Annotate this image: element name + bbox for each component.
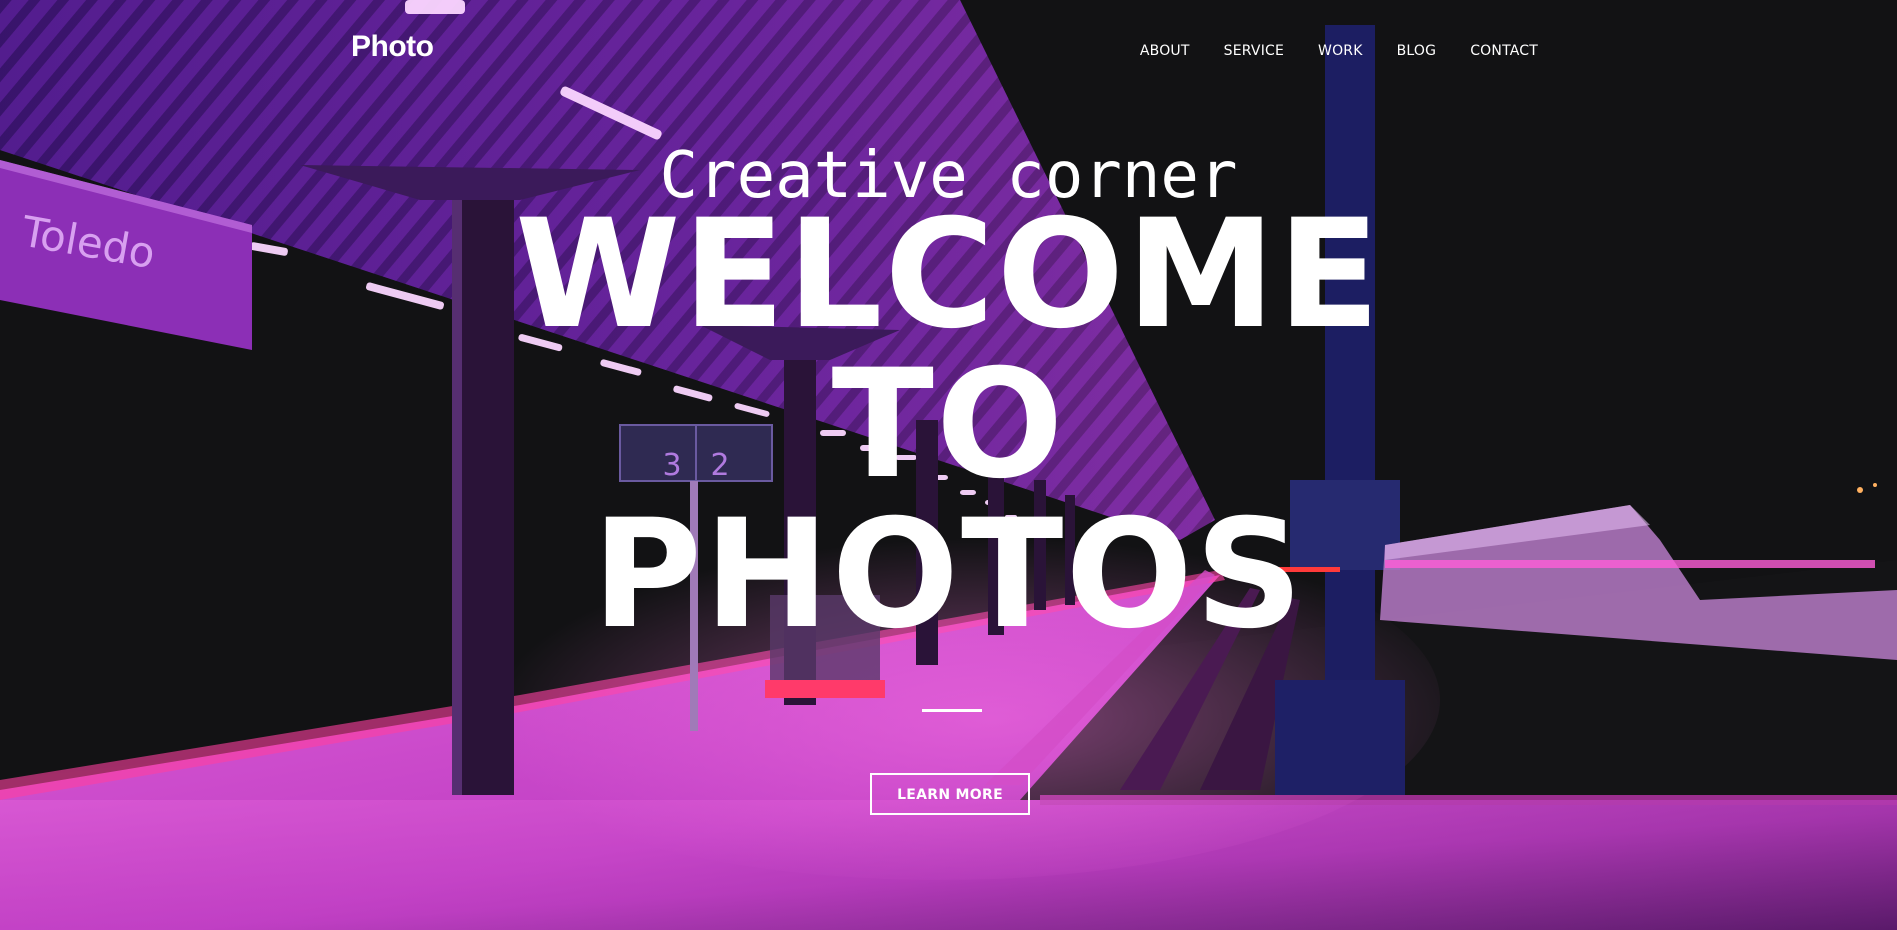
- nav-link-contact[interactable]: CONTACT: [1470, 43, 1538, 59]
- hero-title-line-1: WELCOME: [515, 188, 1382, 362]
- hero-divider: [922, 709, 982, 712]
- nav-item-blog: BLOG: [1397, 42, 1437, 60]
- hero-title-line-3: PHOTOS: [592, 488, 1305, 662]
- nav-link-about[interactable]: ABOUT: [1140, 43, 1190, 59]
- nav-link-service[interactable]: SERVICE: [1224, 43, 1284, 59]
- nav-menu: ABOUT SERVICE WORK BLOG CONTACT: [1140, 42, 1538, 60]
- nav-item-about: ABOUT: [1140, 42, 1190, 60]
- nav-item-service: SERVICE: [1224, 42, 1284, 60]
- top-navigation: Photo ABOUT SERVICE WORK BLOG CONTACT: [0, 0, 1897, 104]
- nav-link-work[interactable]: WORK: [1318, 43, 1363, 59]
- hero-title: WELCOME TO PHOTOS: [0, 200, 1897, 650]
- site-logo[interactable]: Photo: [351, 30, 434, 64]
- hero-title-line-2: TO: [831, 338, 1066, 512]
- nav-item-contact: CONTACT: [1470, 42, 1538, 60]
- nav-item-work: WORK: [1318, 42, 1363, 60]
- hero-section: Toledo 3 2 Photo ABOUT SERVICE WORK BLOG…: [0, 0, 1897, 930]
- nav-link-blog[interactable]: BLOG: [1397, 43, 1437, 59]
- learn-more-button[interactable]: LEARN MORE: [870, 773, 1030, 815]
